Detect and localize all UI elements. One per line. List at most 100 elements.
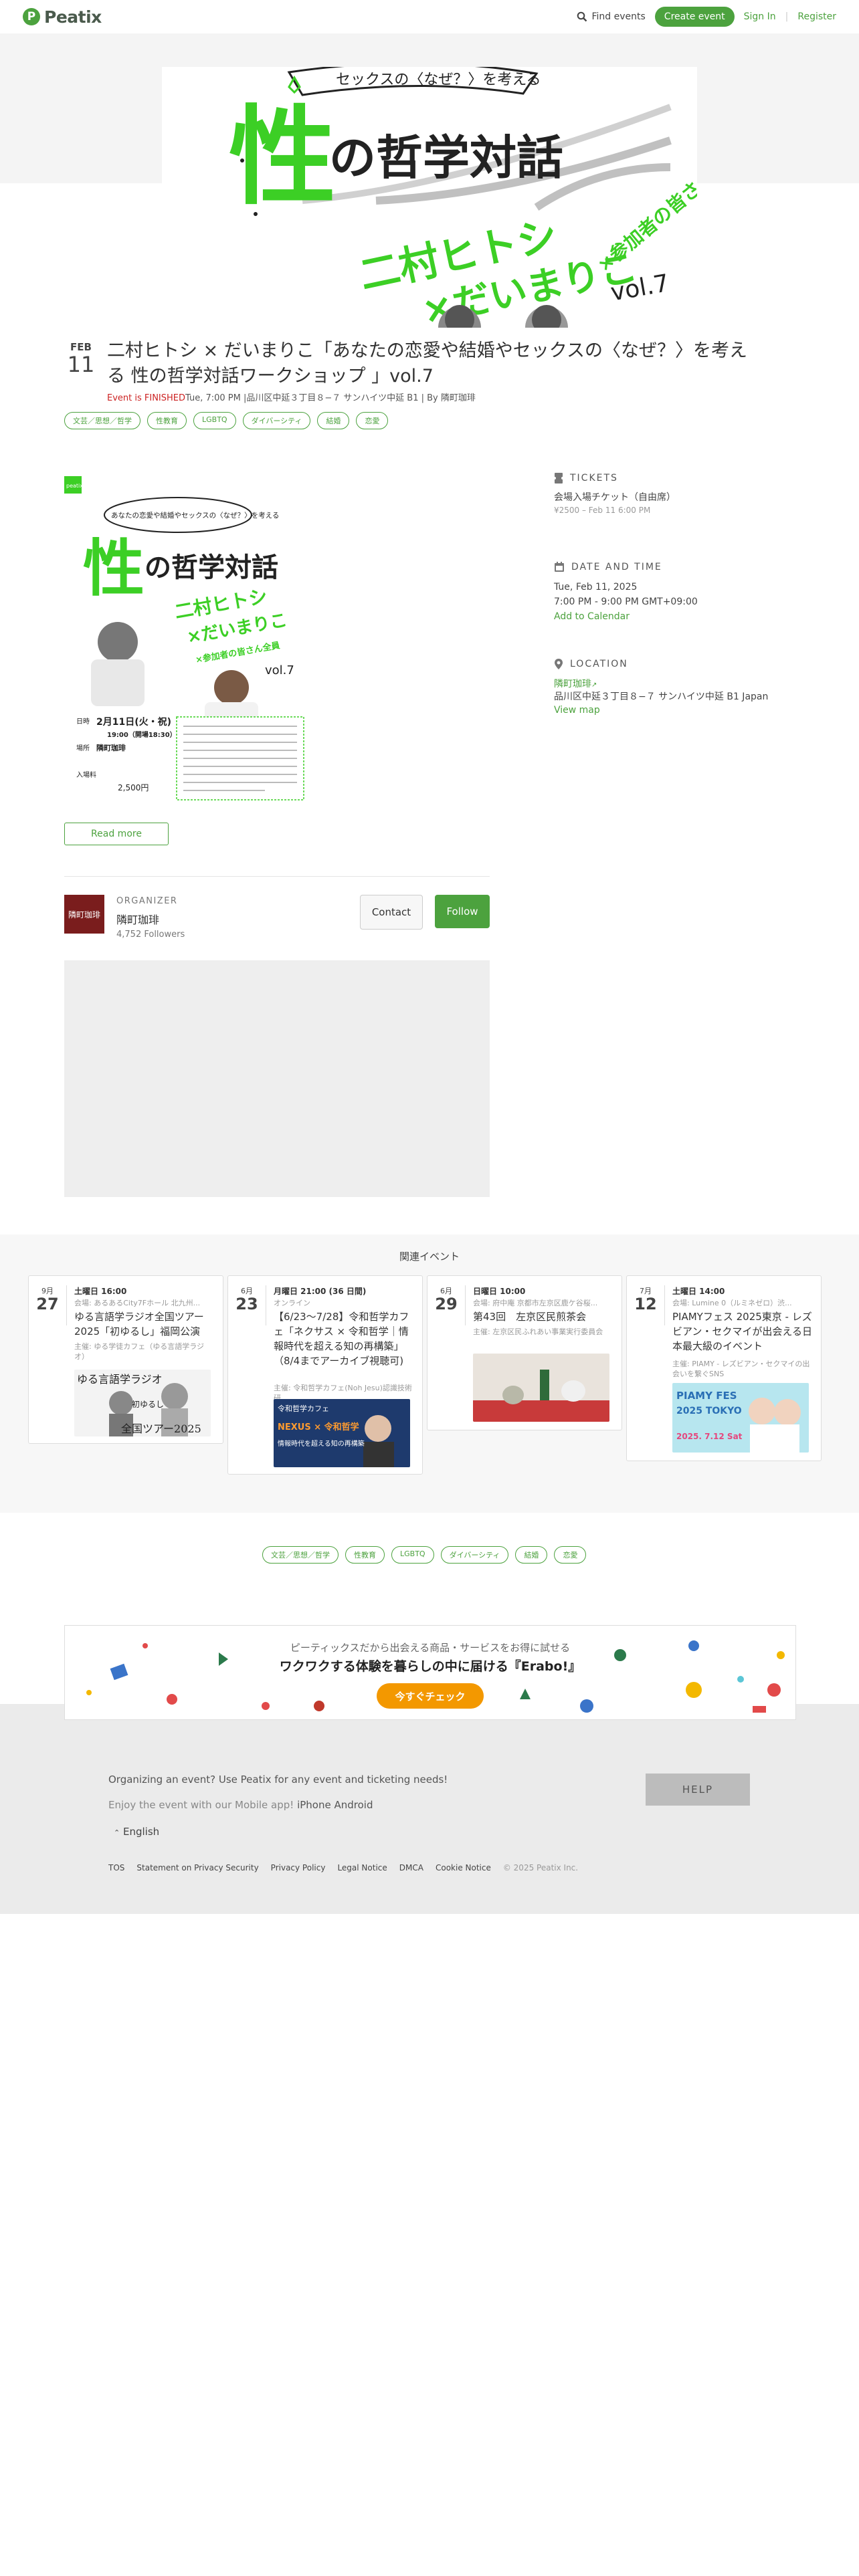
android-app-link[interactable]: Android xyxy=(334,1799,373,1811)
card-event-name: 第43回 左京区民煎茶会 xyxy=(473,1311,587,1323)
venue-address: 品川区中延３丁目８−７ サンハイツ中延 B1 Japan xyxy=(554,691,769,702)
tickets-heading-label: TICKETS xyxy=(570,473,618,484)
card-image: PIAMY FES 2025 TOKYO 2025. 7.12 Sat xyxy=(672,1383,809,1453)
organizer-label: ORGANIZER xyxy=(116,896,178,906)
tag[interactable]: ダイバーシティ xyxy=(440,1546,509,1564)
poster-vol: vol.7 xyxy=(265,663,294,677)
privacy-policy-link[interactable]: Privacy Policy xyxy=(271,1863,326,1872)
organizer-name[interactable]: 隣町珈琲 xyxy=(116,911,159,927)
poster-date-label: 日時 xyxy=(76,718,90,726)
card-divider xyxy=(465,1285,466,1325)
register-link[interactable]: Register xyxy=(797,11,836,22)
privacy-security-link[interactable]: Statement on Privacy Security xyxy=(136,1863,258,1872)
header-nav: Find events Create event Sign In | Regis… xyxy=(577,6,836,27)
footer-organizing-text: Organizing an event? Use Peatix for any … xyxy=(108,1774,448,1786)
tag[interactable]: 文芸／思想／哲学 xyxy=(262,1546,339,1564)
tag[interactable]: ダイバーシティ xyxy=(242,412,311,429)
poster-big-char: 性 xyxy=(83,533,145,605)
find-events-link[interactable]: Find events xyxy=(577,11,646,22)
read-more-button[interactable]: Read more xyxy=(64,823,169,845)
location-heading-label: LOCATION xyxy=(570,659,628,669)
organizer-logo[interactable]: 隣町珈琲 xyxy=(64,895,104,934)
related-event-card[interactable]: 7月 12 土曜日 14:00 会場: Lumine 0（ルミネゼロ）渋... … xyxy=(626,1275,822,1461)
related-event-card[interactable]: 6月 29 日曜日 10:00 会場: 府中庵 京都市左京区鹿ケ谷桜... 第4… xyxy=(427,1275,622,1430)
poster-fee-label: 入場料 xyxy=(76,770,96,779)
card-image-text: 情報時代を超える知の再構築 xyxy=(278,1439,365,1448)
poster-big-title: の哲学対話 xyxy=(145,552,278,583)
site-header: P Peatix Find events Create event Sign I… xyxy=(0,0,859,34)
nav-separator: | xyxy=(785,11,789,22)
card-image-text: 令和哲学カフェ xyxy=(278,1404,329,1413)
date-time-heading: DATE AND TIME xyxy=(554,562,662,572)
banner-check-now-button[interactable]: 今すぐチェック xyxy=(377,1683,484,1709)
card-venue: 会場: Lumine 0（ルミネゼロ）渋... xyxy=(672,1299,792,1307)
find-events-label: Find events xyxy=(591,11,646,22)
footer-links: TOS Statement on Privacy Security Privac… xyxy=(108,1863,578,1872)
peatix-logo[interactable]: P Peatix xyxy=(23,5,102,28)
tag[interactable]: 結婚 xyxy=(317,412,350,429)
tag[interactable]: LGBTQ xyxy=(193,412,236,429)
view-map-link[interactable]: View map xyxy=(554,705,600,716)
poster-bubble-text: あなたの恋愛や結婚やセックスの〈なぜ？〉を考える xyxy=(111,511,279,520)
card-divider xyxy=(664,1285,665,1325)
event-finished-label: Event is FINISHED xyxy=(107,393,186,403)
sign-in-link[interactable]: Sign In xyxy=(744,11,776,22)
erabo-banner[interactable]: ピーティックスだから出会える商品・サービスをお得に試せる ワクワクする体験を暮ら… xyxy=(64,1625,796,1720)
event-meta: Event is FINISHEDTue, 7:00 PM |品川区中延３丁目８… xyxy=(107,391,476,403)
event-meta-text: Tue, 7:00 PM |品川区中延３丁目８−７ サンハイツ中延 B1 | B… xyxy=(185,393,476,403)
external-link-icon: ↗ xyxy=(591,681,597,689)
peatix-logo-icon: P xyxy=(23,8,40,25)
event-day: 11 xyxy=(67,352,95,377)
cookie-notice-link[interactable]: Cookie Notice xyxy=(436,1863,491,1872)
event-poster: peatix あなたの恋愛や結婚やセックスの〈なぜ？〉を考える 性 の哲学対話 … xyxy=(64,476,309,802)
add-to-calendar-link[interactable]: Add to Calendar xyxy=(554,611,630,622)
ticket-icon xyxy=(554,473,563,484)
contact-button[interactable]: Contact xyxy=(360,895,423,930)
banner-title: ワクワクする体験を暮らしの中に届ける『Erabo!』 xyxy=(279,1659,581,1674)
event-tags: 文芸／思想／哲学 性教育 LGBTQ ダイバーシティ 結婚 恋愛 xyxy=(64,412,389,429)
language-selector[interactable]: ⌃ English xyxy=(114,1826,159,1838)
calendar-icon xyxy=(555,562,564,572)
tag[interactable]: 恋愛 xyxy=(554,1546,587,1564)
poster-artwork: peatix あなたの恋愛や結婚やセックスの〈なぜ？〉を考える 性 の哲学対話 … xyxy=(64,476,309,802)
language-label: English xyxy=(123,1826,160,1838)
card-divider xyxy=(66,1285,67,1325)
card-time: 土曜日 14:00 xyxy=(672,1287,725,1296)
tos-link[interactable]: TOS xyxy=(108,1863,124,1872)
event-date: Tue, Feb 11, 2025 xyxy=(554,582,638,593)
footer-app-text: Enjoy the event with our Mobile app! iPh… xyxy=(108,1799,373,1811)
help-button[interactable]: HELP xyxy=(646,1774,750,1806)
card-day: 12 xyxy=(634,1295,657,1313)
tag[interactable]: 文芸／思想／哲学 xyxy=(64,412,140,429)
location-pin-icon xyxy=(555,659,563,669)
card-day: 29 xyxy=(435,1295,458,1313)
legal-notice-link[interactable]: Legal Notice xyxy=(337,1863,387,1872)
tag[interactable]: 性教育 xyxy=(345,1546,385,1564)
poster-place-label: 場所 xyxy=(76,744,90,752)
create-event-button[interactable]: Create event xyxy=(654,7,735,27)
tickets-heading: TICKETS xyxy=(554,472,618,484)
dmca-link[interactable]: DMCA xyxy=(399,1863,423,1872)
card-event-name: 【6/23〜7/28】令和哲学カフェ「ネクサス × 令和哲学｜情報時代を超える知… xyxy=(274,1311,409,1367)
event-date-box: FEB 11 xyxy=(64,341,98,376)
banner-subtitle: ピーティックスだから出会える商品・サービスをお得に試せる xyxy=(290,1642,571,1654)
tag[interactable]: 恋愛 xyxy=(356,412,389,429)
organizer-divider xyxy=(64,876,490,877)
tag[interactable]: 性教育 xyxy=(147,412,187,429)
tag[interactable]: LGBTQ xyxy=(391,1546,434,1564)
follow-button[interactable]: Follow xyxy=(435,895,490,928)
card-day: 27 xyxy=(36,1295,59,1313)
card-day: 23 xyxy=(235,1295,258,1313)
organizer-followers: 4,752 Followers xyxy=(116,930,185,940)
search-icon xyxy=(577,11,587,22)
iphone-app-link[interactable]: iPhone xyxy=(297,1799,331,1811)
map-placeholder[interactable] xyxy=(64,960,490,1197)
poster-time-value: 19:00（開場18:30） xyxy=(107,730,177,739)
tag[interactable]: 結婚 xyxy=(515,1546,548,1564)
related-event-card[interactable]: 9月 27 土曜日 16:00 会場: あるあるCity7Fホール 北九州...… xyxy=(28,1275,223,1444)
hero-image: セックスの〈なぜ？〉を考える 性 の哲学対話 二村ヒトシ ×だいまりこ ×参加者… xyxy=(162,67,697,328)
card-event-name: PIAMYフェス 2025東京 - レズビアン・セクマイが出会える日本最大級のイ… xyxy=(672,1311,812,1352)
card-organizer: 主催: 左京区民ふれあい事業実行委員会 xyxy=(473,1327,603,1336)
related-event-card[interactable]: 6月 23 月曜日 21:00 (36 日間) オンライン 【6/23〜7/28… xyxy=(227,1275,423,1475)
venue-link[interactable]: 隣町珈琲↗ xyxy=(554,677,597,690)
